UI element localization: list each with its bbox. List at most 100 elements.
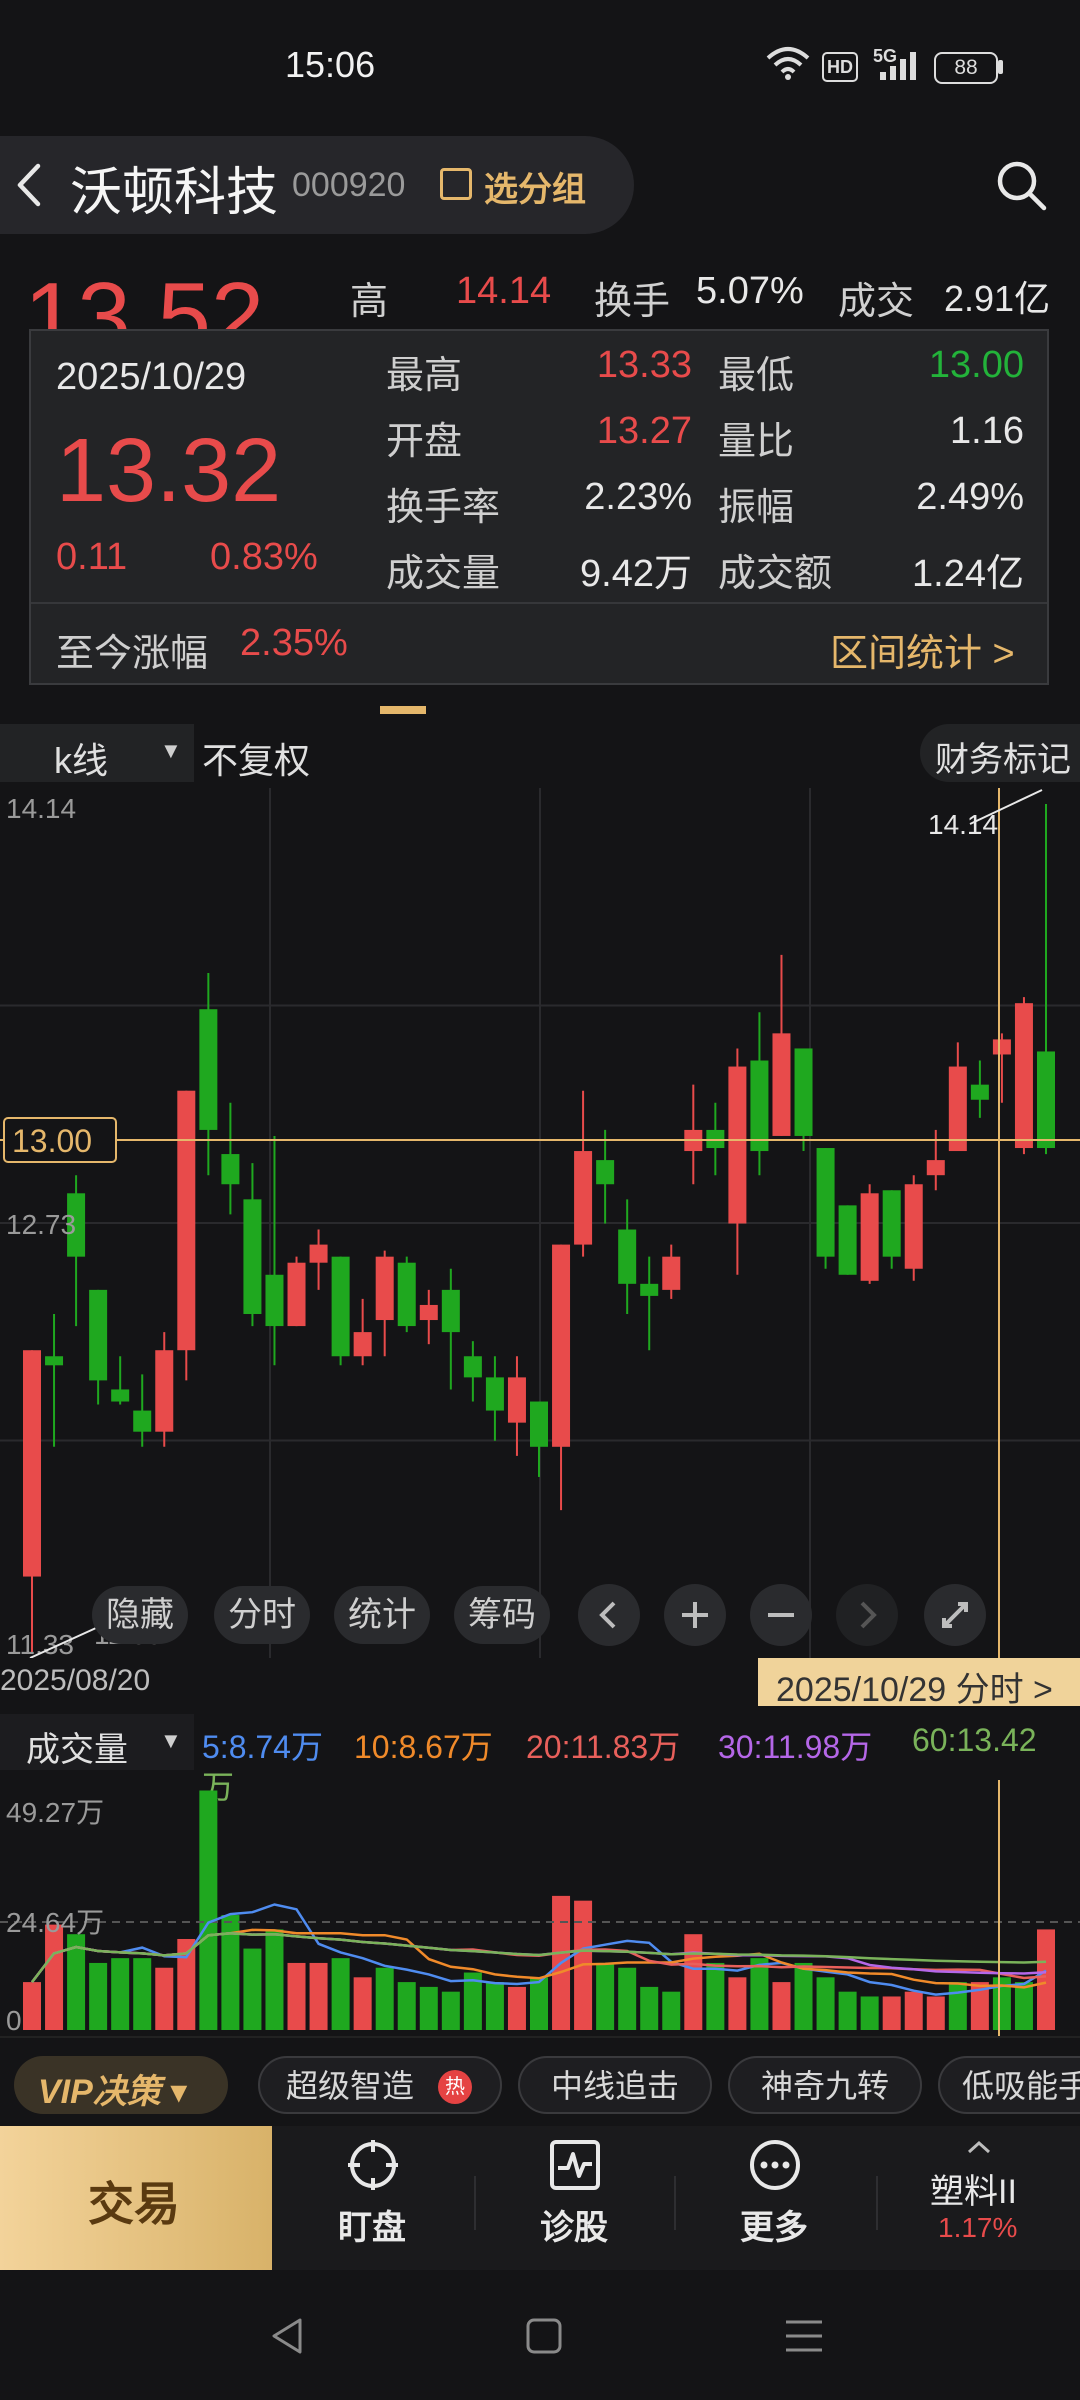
checkbox-icon[interactable] [440, 168, 472, 200]
volume-bar [45, 1924, 64, 2030]
diagnose-button[interactable]: 诊股 [540, 2200, 608, 2249]
sector-button[interactable]: 塑料II [930, 2164, 1017, 2213]
candle-body [816, 1148, 835, 1257]
volume-bar [265, 1929, 284, 2030]
candle-body [265, 1274, 284, 1327]
intraday-button[interactable]: 分时 [214, 1586, 310, 1644]
candle-body [772, 1033, 791, 1136]
action-separator [674, 2176, 676, 2230]
candle-body [750, 1060, 769, 1152]
tag-midline-chase[interactable]: 中线追击 [518, 2056, 712, 2114]
popup-row-label: 成交额 [718, 553, 833, 595]
hide-button[interactable]: 隐藏 [92, 1586, 188, 1644]
popup-row-value: 2.49% [916, 476, 1024, 518]
trade-label: 交易 [88, 2178, 180, 2230]
volume-bar [926, 1996, 945, 2030]
vip-decision-label: VIP决策 ▾ [38, 2073, 188, 2111]
candle-body [309, 1244, 328, 1263]
volume-bar [882, 1996, 901, 2030]
volume-bar [948, 1982, 967, 2030]
candle-body [992, 1039, 1011, 1055]
chips-button[interactable]: 筹码 [454, 1586, 550, 1644]
volume-y-label: 0 [6, 2005, 22, 2036]
hd-badge: HD [822, 52, 858, 82]
volume-bar [838, 1991, 857, 2030]
chevron-right-icon [860, 1601, 877, 1629]
more-button[interactable]: 更多 [740, 2200, 808, 2249]
watch-button[interactable]: 盯盘 [338, 2200, 406, 2249]
kline-chart[interactable]: 14.14 12.73 11.33 13.00 14.14 11.33 [0, 788, 1080, 1658]
volume-bar [419, 1986, 438, 2030]
status-time: 15:06 [285, 44, 376, 85]
popup-row-value: 1.24亿 [912, 553, 1024, 595]
since-gain-value: 2.35% [240, 622, 348, 664]
crosshair-value: 13.00 [12, 1123, 92, 1159]
amount-label: 成交 [838, 281, 915, 323]
ma30-value: 30:11.98万 [718, 1729, 873, 1765]
volume-y-label: 49.27万 [6, 1797, 104, 1828]
candle-body [419, 1304, 438, 1321]
tag-magic-nine[interactable]: 神奇九转 [728, 2056, 922, 2114]
candle-body [353, 1332, 372, 1357]
zoom-in-button[interactable] [664, 1584, 726, 1646]
candle-body [640, 1283, 659, 1296]
volume-chart[interactable]: 49.27万 24.64万 0 [0, 1780, 1080, 2036]
popup-row-value: 1.16 [950, 410, 1024, 452]
nav-back-icon[interactable] [268, 2316, 308, 2356]
zoom-out-button[interactable] [750, 1584, 812, 1646]
search-icon[interactable] [994, 158, 1048, 212]
fullscreen-button[interactable] [924, 1584, 986, 1646]
battery-tip [998, 60, 1003, 74]
nav-menu-icon[interactable] [782, 2316, 826, 2356]
back-arrow-icon[interactable] [14, 160, 44, 210]
volume-bar [353, 1977, 372, 2030]
watch-target-icon[interactable] [346, 2138, 400, 2192]
candle-body [441, 1289, 460, 1333]
ma60-value: 60:13.42 [912, 1722, 1037, 1758]
candle-body [397, 1262, 416, 1327]
start-date-label: 2025/08/20 [0, 1664, 151, 1697]
volume-bar [1037, 1929, 1055, 2030]
candle-body [706, 1129, 725, 1149]
scroll-right-button[interactable] [836, 1584, 898, 1646]
popup-row-value: 13.00 [928, 344, 1024, 386]
volume-bar [331, 1958, 350, 2030]
candle-body [155, 1350, 174, 1432]
candle-body [23, 1350, 41, 1577]
diagnose-chart-icon[interactable] [548, 2138, 602, 2192]
candle-body [838, 1205, 857, 1275]
plus-icon [682, 1602, 708, 1628]
nav-home-icon[interactable] [524, 2316, 564, 2356]
candle-body [882, 1190, 901, 1257]
candle-body [45, 1356, 64, 1366]
minus-icon [768, 1613, 794, 1617]
volume-bar [243, 1948, 262, 2030]
popup-row-label: 振幅 [718, 487, 795, 529]
popup-row-value: 2.23% [584, 476, 692, 518]
candle-body [970, 1084, 989, 1100]
select-group-button[interactable]: 选分组 [484, 162, 586, 211]
volume-bar [397, 1982, 416, 2030]
candle-body [552, 1244, 571, 1447]
candle-body [199, 1009, 218, 1130]
candle-body [596, 1160, 615, 1185]
popup-row-label: 量比 [718, 421, 795, 463]
volume-bar [662, 1991, 681, 2030]
vip-decision-text: VIP决策 [38, 2073, 161, 2111]
y-axis-label: 12.73 [6, 1209, 76, 1240]
tag-low-buy[interactable]: 低吸能手 [938, 2056, 1080, 2114]
statistics-button[interactable]: 统计 [334, 1586, 430, 1644]
popup-row-value: 13.33 [596, 344, 692, 386]
volume-bar [507, 1986, 526, 2030]
adjust-mode-button[interactable]: 不复权 [202, 732, 310, 784]
volume-bar [199, 1790, 218, 2030]
high-label: 高 [350, 281, 389, 323]
amount-value: 2.91亿 [944, 278, 1051, 319]
range-stats-link[interactable]: 区间统计 > [830, 622, 1015, 677]
turnover-label: 换手 [594, 281, 671, 323]
caret-up-icon [967, 2140, 991, 2154]
candle-body [133, 1410, 152, 1432]
scroll-left-button[interactable] [578, 1584, 640, 1646]
more-dots-icon[interactable] [748, 2138, 802, 2192]
volume-bar [596, 1962, 615, 2030]
